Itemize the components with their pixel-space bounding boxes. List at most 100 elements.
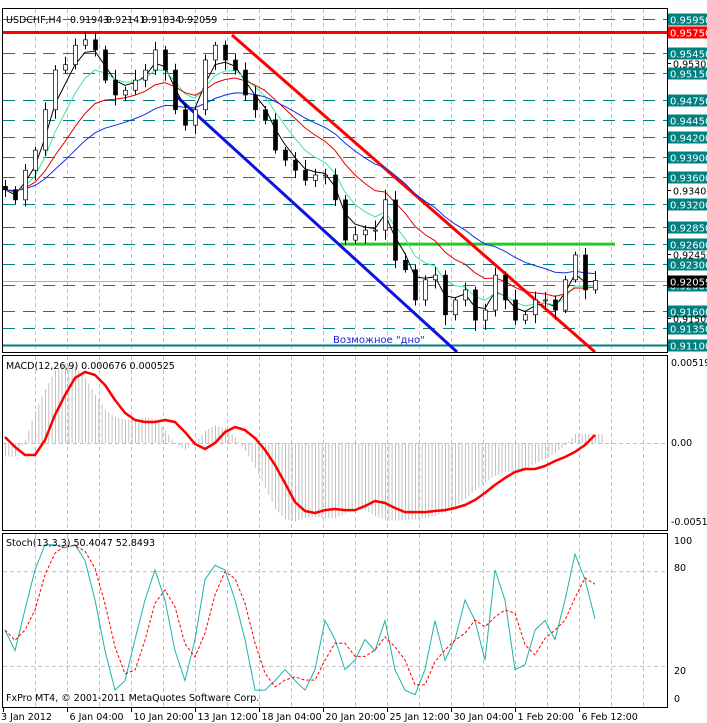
- candle-body: [483, 309, 488, 321]
- candle-body: [313, 174, 318, 181]
- level-label: 0.91350: [670, 325, 707, 336]
- price-tick-label: 0.91500: [673, 315, 707, 326]
- time-label: 25 Jan 12:00: [390, 712, 450, 723]
- candle-body: [503, 274, 508, 301]
- candle-body: [363, 229, 368, 236]
- time-label: 10 Jan 20:00: [134, 712, 194, 723]
- candle-body: [33, 149, 38, 171]
- candle-body: [403, 259, 408, 271]
- macd-axis-label: 0.00: [671, 438, 692, 449]
- candle-body: [43, 109, 48, 151]
- candle-body: [463, 289, 468, 301]
- candle-body: [293, 159, 298, 171]
- candle-body: [563, 279, 568, 311]
- candle-body: [183, 109, 188, 126]
- candle-body: [203, 59, 208, 111]
- candle-body: [3, 186, 8, 191]
- candle-body: [213, 44, 218, 61]
- resistance-label: 0.95750: [670, 28, 707, 39]
- time-label: 1 Feb 20:00: [518, 712, 574, 723]
- candle-body: [593, 280, 598, 291]
- candle-body: [493, 274, 498, 311]
- candle-body: [433, 274, 438, 281]
- candle-body: [573, 254, 578, 281]
- candle-body: [423, 279, 428, 301]
- candle-body: [373, 229, 378, 232]
- annotation-possible-bottom: Возможное "дно": [333, 335, 425, 346]
- candle-body: [333, 174, 338, 201]
- level-label: 0.94750: [670, 97, 707, 108]
- candle-body: [113, 79, 118, 96]
- candle-body: [283, 149, 288, 161]
- candle-body: [93, 39, 98, 51]
- stoch-axis-label: 80: [674, 563, 686, 574]
- level-label: 0.95150: [670, 70, 707, 81]
- candle-body: [453, 299, 458, 316]
- stoch-title: Stoch(13,3,3) 50.4047 52.8493: [6, 538, 155, 549]
- candle-body: [393, 199, 398, 261]
- copyright: FxPro MT4, © 2001-2011 MetaQuotes Softwa…: [6, 693, 259, 704]
- candle-body: [263, 109, 268, 121]
- price-tick-label: 0.92450: [673, 251, 707, 262]
- level-label: 0.92850: [670, 224, 707, 235]
- candle-body: [273, 119, 278, 151]
- stoch-axis-label: 100: [674, 536, 692, 547]
- macd-axis-label: -0.00512: [671, 517, 707, 528]
- candle-body: [253, 94, 258, 111]
- level-label: 0.93900: [670, 154, 707, 165]
- time-label: 18 Jan 04:00: [262, 712, 322, 723]
- time-label: 6 Jan 04:00: [70, 712, 124, 723]
- candle-body: [343, 199, 348, 241]
- candle-body: [533, 299, 538, 316]
- ohlc-low: 0.91834: [142, 15, 181, 26]
- candle-body: [63, 64, 68, 71]
- level-label: 0.94450: [670, 117, 707, 128]
- candle-body: [23, 169, 28, 201]
- candle-body: [303, 169, 308, 181]
- ohlc-open: 0.91943: [70, 15, 109, 26]
- macd-title: MACD(12,26,9) 0.000676 0.000525: [6, 361, 175, 372]
- candle-body: [523, 314, 528, 321]
- time-label: 30 Jan 04:00: [454, 712, 514, 723]
- candle-body: [153, 49, 158, 71]
- candle-body: [103, 49, 108, 81]
- candle-body: [143, 69, 148, 81]
- stoch-axis-label: 20: [674, 666, 686, 677]
- trading-chart[interactable]: USDCHF,H4 0.91943 0.92141 0.91834 0.9205…: [0, 0, 707, 723]
- price-tick-label: 0.95300: [673, 60, 707, 71]
- level-label: 0.95950: [670, 16, 707, 27]
- candle-body: [243, 69, 248, 96]
- level-label: 0.91100: [670, 342, 707, 353]
- level-label: 0.93600: [670, 174, 707, 185]
- stoch-axis-label: 0: [674, 694, 680, 705]
- candle-body: [123, 89, 128, 96]
- time-label: 6 Feb 12:00: [582, 712, 638, 723]
- candle-body: [413, 269, 418, 301]
- level-label: 0.93200: [670, 201, 707, 212]
- candle-body: [73, 44, 78, 66]
- candle-body: [83, 39, 88, 46]
- ohlc-close: 0.92059: [178, 15, 217, 26]
- candle-body: [473, 289, 478, 321]
- candle-body: [163, 49, 168, 71]
- candle-body: [173, 69, 178, 111]
- price-tick-label: 0.93400: [673, 187, 707, 198]
- candle-body: [133, 79, 138, 91]
- candle-body: [543, 299, 548, 302]
- candle-body: [553, 299, 558, 311]
- candle-body: [513, 299, 518, 321]
- current-price-label: 0.92059: [670, 278, 707, 289]
- candle-body: [353, 234, 358, 241]
- candle-body: [323, 174, 328, 177]
- candle-body: [383, 199, 388, 231]
- candle-body: [13, 189, 18, 201]
- candle-body: [233, 59, 238, 71]
- level-label: 0.92300: [670, 261, 707, 272]
- candle-body: [193, 109, 198, 126]
- ohlc-high: 0.92141: [106, 15, 145, 26]
- time-label: 3 Jan 2012: [1, 712, 52, 723]
- symbol-readout: USDCHF,H4: [6, 15, 62, 26]
- candle-body: [583, 254, 588, 291]
- time-label: 20 Jan 20:00: [326, 712, 386, 723]
- candle-body: [443, 274, 448, 316]
